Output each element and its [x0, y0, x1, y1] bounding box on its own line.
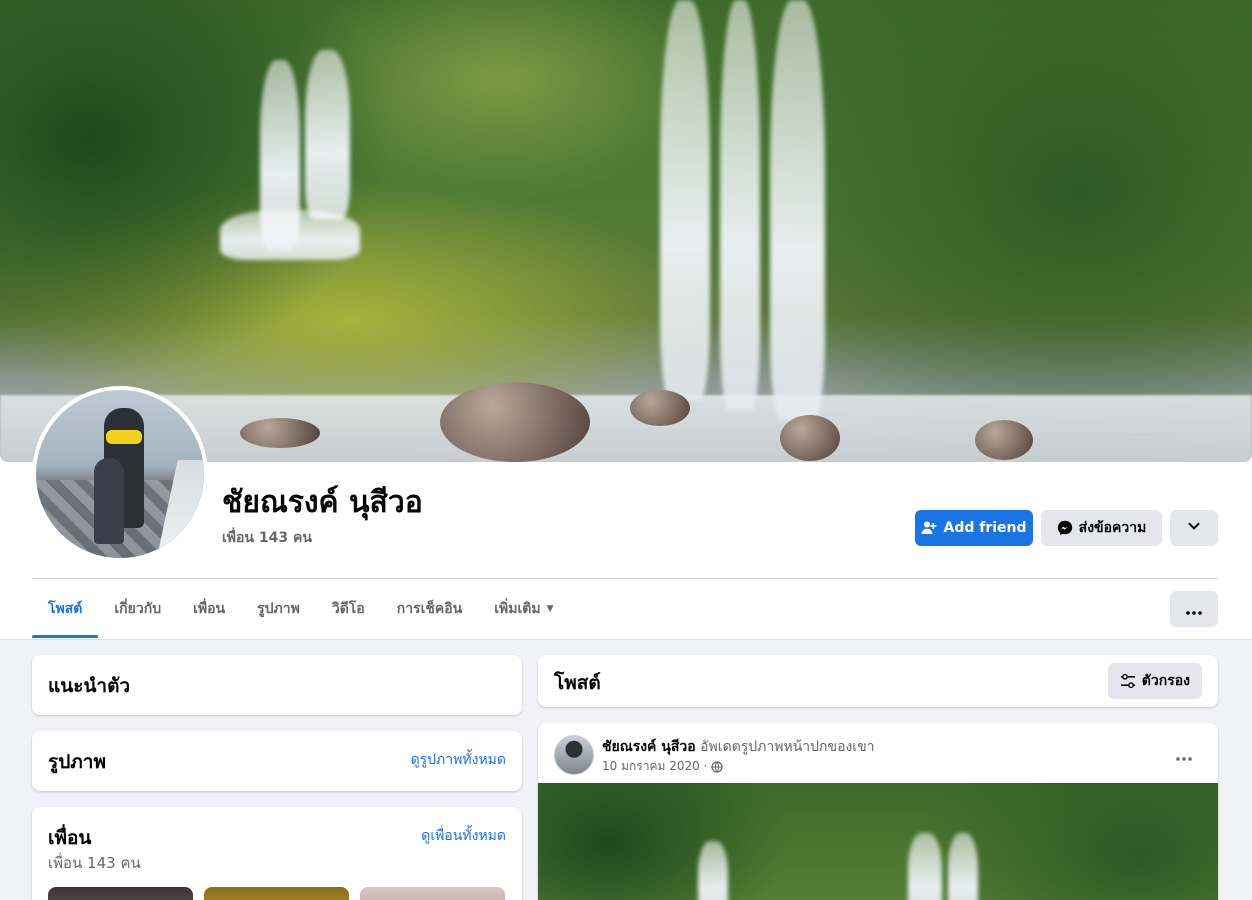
- intro-card: แนะนำตัว: [32, 655, 522, 715]
- profile-name: ชัยณรงค์ นุสีวอ: [222, 485, 423, 520]
- friends-card: เพื่อน ดูเพื่อนทั้งหมด เพื่อน 143 คน: [32, 807, 522, 900]
- see-all-friends-link[interactable]: ดูเพื่อนทั้งหมด: [421, 825, 506, 847]
- tab-label: โพสต์: [48, 601, 83, 617]
- cover-rock: [630, 390, 690, 426]
- add-friend-label: Add friend: [943, 520, 1027, 536]
- tab-checkins[interactable]: การเช็คอิน: [381, 580, 479, 638]
- profile-more-button[interactable]: [1170, 510, 1218, 546]
- tab-friends[interactable]: เพื่อน: [177, 580, 241, 638]
- post-author-line: ชัยณรงค์ นุสีวอ อัพเดตรูปภาพหน้าปกของเขา: [602, 736, 875, 758]
- post-image-waterfall: [698, 841, 728, 900]
- posts-title: โพสต์: [554, 672, 601, 694]
- post-date[interactable]: 10 มกราคม 2020 ·: [602, 757, 707, 776]
- post-meta: 10 มกราคม 2020 ·: [602, 757, 723, 776]
- tab-label: เพื่อน: [193, 601, 226, 617]
- post-image-waterfall: [948, 833, 978, 900]
- globe-icon: [711, 760, 723, 773]
- photos-card: รูปภาพ ดูรูปภาพทั้งหมด: [32, 731, 522, 791]
- tab-label: เกี่ยวกับ: [114, 601, 162, 617]
- message-label: ส่งข้อความ: [1078, 520, 1147, 536]
- friend-thumbnail[interactable]: [48, 887, 193, 900]
- see-all-photos-link[interactable]: ดูรูปภาพทั้งหมด: [411, 749, 506, 771]
- profile-picture[interactable]: [32, 386, 208, 562]
- add-friend-button[interactable]: Add friend: [915, 510, 1033, 546]
- post-author-avatar[interactable]: [554, 735, 594, 775]
- cover-rock: [780, 415, 840, 461]
- tab-label: การเช็คอิน: [396, 601, 463, 617]
- cover-waterfall-left-2: [305, 50, 350, 220]
- header-divider: [32, 578, 1218, 579]
- cover-waterfall-main-2: [720, 0, 760, 410]
- avatar-scarf: [106, 430, 142, 444]
- profile-header: ชัยณรงค์ นุสีวอ เพื่อน 143 คน Add friend…: [0, 0, 1252, 640]
- tab-about[interactable]: เกี่ยวกับ: [98, 580, 177, 638]
- post-image-waterfall: [908, 833, 942, 900]
- cover-photo[interactable]: [0, 0, 1252, 462]
- photos-title: รูปภาพ: [48, 751, 106, 773]
- cover-waterfall-main-3: [770, 0, 825, 420]
- tabs-more-options-button[interactable]: [1170, 591, 1218, 627]
- caret-down-icon: ▼: [546, 604, 554, 614]
- add-friend-icon: [921, 520, 937, 536]
- post-card: ชัยณรงค์ นุสีวอ อัพเดตรูปภาพหน้าปกของเขา…: [538, 723, 1218, 900]
- more-dots-icon: [1176, 746, 1192, 765]
- tab-label: รูปภาพ: [257, 601, 300, 617]
- cover-waterfall-main-1: [660, 0, 710, 400]
- filter-icon: [1120, 673, 1136, 689]
- cover-waterfall-splash: [220, 210, 360, 260]
- tab-videos[interactable]: วิดีโอ: [316, 580, 381, 638]
- friends-title: เพื่อน: [48, 827, 92, 849]
- filter-label: ตัวกรอง: [1141, 673, 1190, 689]
- post-author-name[interactable]: ชัยณรงค์ นุสีวอ: [602, 739, 696, 755]
- messenger-icon: [1057, 520, 1073, 536]
- profile-tabs: โพสต์ เกี่ยวกับ เพื่อน รูปภาพ วิดีโอ การ…: [32, 580, 570, 638]
- message-button[interactable]: ส่งข้อความ: [1041, 510, 1162, 546]
- friend-count-link[interactable]: เพื่อน 143 คน: [222, 527, 312, 549]
- chevron-down-icon: [1187, 519, 1201, 537]
- post-options-button[interactable]: [1166, 737, 1202, 773]
- tab-label: เพิ่มเติม: [494, 601, 541, 617]
- tab-label: วิดีโอ: [331, 601, 365, 617]
- posts-header-card: โพสต์ ตัวกรอง: [538, 655, 1218, 707]
- tab-posts[interactable]: โพสต์: [32, 580, 99, 638]
- cover-rock: [240, 418, 320, 448]
- intro-title: แนะนำตัว: [48, 675, 131, 697]
- friend-thumbnail[interactable]: [204, 887, 349, 900]
- post-image[interactable]: [538, 783, 1218, 900]
- friends-count: เพื่อน 143 คน: [48, 854, 141, 872]
- cover-rock: [975, 420, 1033, 460]
- filter-button[interactable]: ตัวกรอง: [1107, 663, 1202, 699]
- cover-rock: [440, 382, 590, 462]
- tab-photos[interactable]: รูปภาพ: [241, 580, 316, 638]
- friend-thumbnail[interactable]: [360, 887, 505, 900]
- tab-more[interactable]: เพิ่มเติม ▼: [478, 580, 569, 638]
- more-dots-icon: [1186, 600, 1202, 619]
- post-action-text: อัพเดตรูปภาพหน้าปกของเขา: [700, 739, 875, 755]
- avatar-person-child: [94, 458, 124, 544]
